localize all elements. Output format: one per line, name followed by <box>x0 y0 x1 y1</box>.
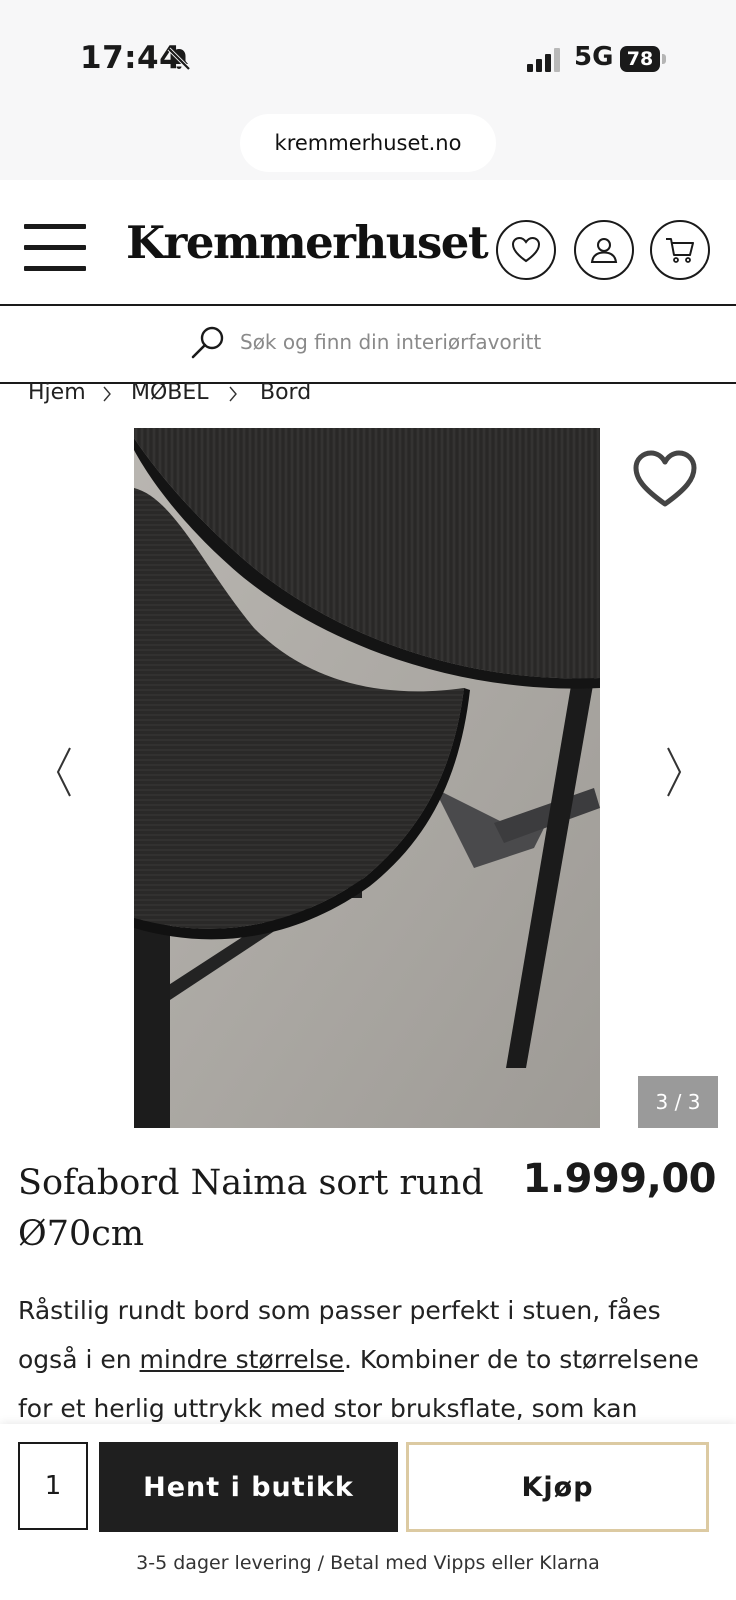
product-title: Sofabord Naima sort rund Ø70cm <box>18 1163 484 1254</box>
cart-button[interactable] <box>650 220 710 280</box>
network-type: 5G <box>574 42 614 72</box>
pickup-in-store-button[interactable]: Hent i butikk <box>99 1442 398 1532</box>
product-image[interactable] <box>134 428 600 1128</box>
breadcrumb-mobel[interactable]: MØBEL <box>131 380 209 405</box>
image-counter: 3 / 3 <box>638 1076 718 1128</box>
chevron-right-icon[interactable] <box>662 744 686 800</box>
chevron-left-icon[interactable] <box>52 744 76 800</box>
user-icon <box>590 238 618 263</box>
chevron-right-icon <box>229 386 237 402</box>
product-description: Råstilig rundt bord som passer perfekt i… <box>18 1286 718 1424</box>
battery-tip <box>662 54 666 64</box>
battery-level: 78 <box>620 46 660 72</box>
chevron-right-icon <box>103 386 111 402</box>
purchase-bar: Hent i butikk Kjøp 3-5 dager levering / … <box>0 1424 736 1600</box>
site-logo[interactable]: Kremmerhuset <box>126 216 489 269</box>
favorite-heart-icon[interactable] <box>632 448 698 510</box>
search-icon[interactable] <box>190 324 226 360</box>
heart-icon <box>511 236 541 263</box>
signal-icon <box>527 48 560 72</box>
search-bar <box>0 306 736 384</box>
buy-button[interactable]: Kjøp <box>406 1442 709 1532</box>
hamburger-menu-icon[interactable] <box>24 224 86 272</box>
product-gallery: 3 / 3 <box>0 428 736 1130</box>
browser-chrome: 17:44 5G 78 kremmerhuset.no <box>0 0 736 180</box>
cart-icon <box>666 238 694 263</box>
quantity-input[interactable] <box>18 1442 88 1530</box>
breadcrumb-home[interactable]: Hjem <box>28 380 86 405</box>
wishlist-button[interactable] <box>496 220 556 280</box>
search-input[interactable] <box>240 324 640 360</box>
delivery-note: 3-5 dager levering / Betal med Vipps ell… <box>136 1552 600 1574</box>
breadcrumb-bord[interactable]: Bord <box>260 380 311 405</box>
account-button[interactable] <box>574 220 634 280</box>
battery-icon: 78 <box>620 46 666 72</box>
table-photo <box>134 428 600 1128</box>
product-price: 1.999,00 <box>522 1156 717 1202</box>
smaller-size-link[interactable]: mindre størrelse <box>140 1345 345 1374</box>
url-bar[interactable]: kremmerhuset.no <box>240 114 496 172</box>
bell-muted-icon <box>167 47 191 71</box>
site-header: Kremmerhuset <box>0 180 736 306</box>
